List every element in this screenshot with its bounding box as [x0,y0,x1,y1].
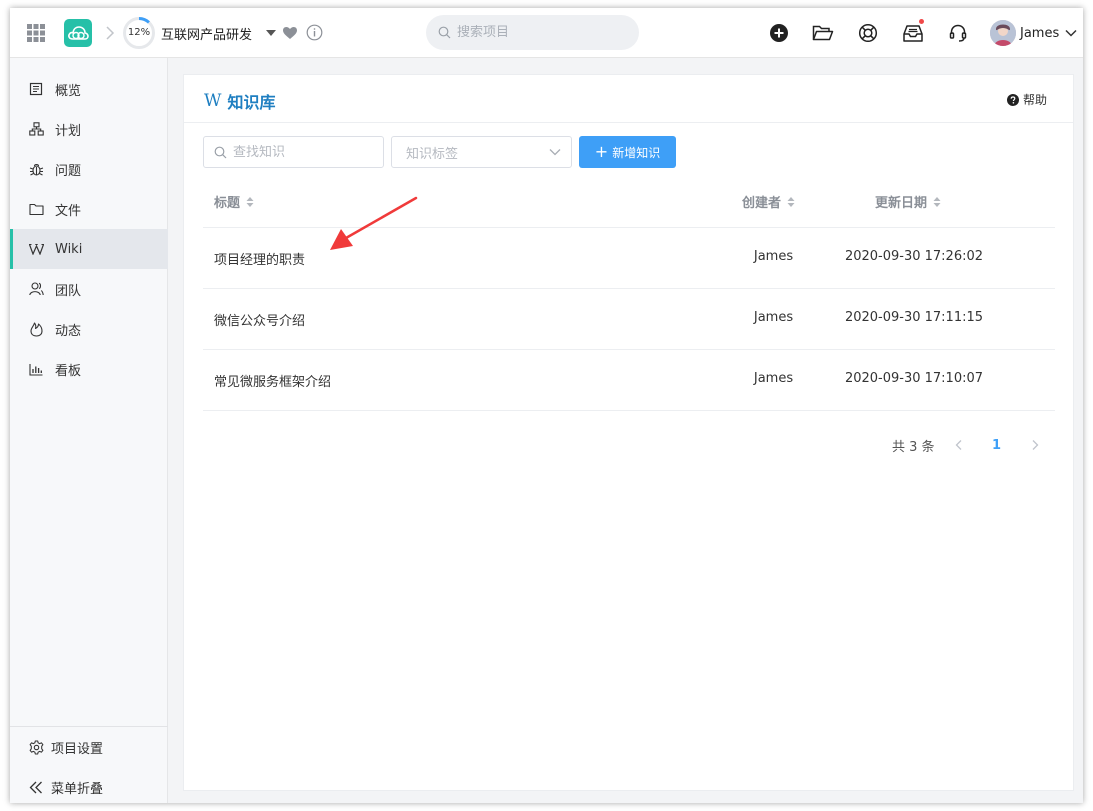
notification-dot [919,19,924,24]
add-knowledge-label: 新增知识 [612,145,661,160]
overview-icon [28,81,44,97]
row-creator: James [753,249,794,264]
chevron-right-icon [104,24,116,42]
wiki-mark-icon: W [204,91,222,111]
caret-down-icon[interactable] [266,29,276,37]
tag-filter-placeholder: 知识标签 [406,146,459,162]
sidebar-item-label: 计划 [55,123,82,139]
sidebar-item-overview[interactable]: 概览 [10,69,168,109]
info-icon[interactable] [306,24,323,41]
knowledge-base-panel: W 知识库 帮助 知识标签 + 新增知识 标题 [183,74,1074,791]
collapse-label: 菜单折叠 [51,781,104,797]
project-progress-ring: 12% [122,16,156,50]
sidebar-item-issues[interactable]: 问题 [10,149,168,189]
pagination: 共 3 条 1 [864,435,1054,455]
column-header-creator[interactable]: 创建者 [742,192,795,211]
help-link[interactable]: 帮助 [1006,91,1047,108]
column-header-title[interactable]: 标题 [214,192,254,211]
app-window: 12% 互联网产品研发 搜索项目 James 概览 计划 问题 文件 Wiki … [10,8,1083,803]
row-title-link[interactable]: 常见微服务框架介绍 [214,371,331,390]
sort-icon[interactable] [246,196,254,208]
lifebuoy-icon[interactable] [856,21,880,45]
plan-icon [28,121,44,137]
table-row[interactable]: 项目经理的职责 James 2020-09-30 17:26:02 [203,228,1055,289]
sidebar-item-activity[interactable]: 动态 [10,309,168,349]
sidebar-item-wiki[interactable]: Wiki [10,229,168,269]
sidebar-item-label: 文件 [55,203,82,219]
sort-icon[interactable] [933,196,941,208]
project-switcher[interactable]: 互联网产品研发 [161,23,252,43]
sidebar-item-label: 动态 [55,323,82,339]
sidebar-item-label: 问题 [55,163,82,179]
table-header: 标题 创建者 更新日期 [203,175,1055,228]
project-search[interactable] [426,15,639,50]
sidebar-item-team[interactable]: 团队 [10,269,168,309]
user-avatar[interactable] [990,20,1016,46]
collapse-menu-button[interactable]: 菜单折叠 [10,767,168,803]
headset-icon[interactable] [946,21,970,45]
panel-header: W 知识库 帮助 [184,75,1073,123]
board-icon [28,361,44,377]
chevron-down-icon [549,149,561,156]
row-updated: 2020-09-30 17:11:15 [844,310,984,325]
apps-grid-icon[interactable] [26,23,46,43]
bug-icon [28,161,44,177]
project-sidebar: 概览 计划 问题 文件 Wiki 团队 动态 看板 项目设置 菜单折叠 [10,58,168,803]
tag-filter-select[interactable]: 知识标签 [391,136,572,168]
knowledge-search-input[interactable] [233,144,373,160]
table-row[interactable]: 常见微服务框架介绍 James 2020-09-30 17:10:07 [203,350,1055,411]
help-label: 帮助 [1022,93,1047,107]
page-title: W 知识库 [204,89,276,113]
row-updated: 2020-09-30 17:26:02 [844,249,984,264]
folder-open-icon[interactable] [811,21,835,45]
plus-circle-icon[interactable] [767,21,791,45]
chevron-right-icon[interactable] [1030,439,1040,451]
top-bar: 12% 互联网产品研发 搜索项目 James [10,8,1083,58]
column-header-label: 标题 [214,196,241,211]
row-updated: 2020-09-30 17:10:07 [844,371,984,386]
progress-label: 12% [127,27,151,38]
column-header-updated[interactable]: 更新日期 [875,192,941,211]
search-icon [214,146,227,158]
pagination-total: 共 3 条 [892,439,935,455]
chevron-left-icon[interactable] [954,439,964,451]
sort-icon[interactable] [787,196,795,208]
sidebar-item-plan[interactable]: 计划 [10,109,168,149]
pagination-page[interactable]: 1 [992,438,1001,453]
folder-icon [28,201,44,217]
row-creator: James [753,310,794,325]
row-title-link[interactable]: 项目经理的职责 [214,249,305,268]
plus-icon: + [594,142,609,161]
search-icon [438,26,451,39]
sidebar-item-board[interactable]: 看板 [10,349,168,389]
user-menu[interactable]: James [1020,23,1059,43]
knowledge-table: 标题 创建者 更新日期 项目经理的职责 James 2020-09-30 17:… [203,175,1055,411]
gear-icon [28,739,44,755]
project-search-input[interactable] [457,25,617,40]
sidebar-item-label: Wiki [55,241,83,257]
row-creator: James [753,371,794,386]
add-knowledge-button[interactable]: + 新增知识 [579,136,676,168]
knowledge-search[interactable] [203,136,384,168]
sidebar-item-label: 团队 [55,283,82,299]
table-row[interactable]: 微信公众号介绍 James 2020-09-30 17:11:15 [203,289,1055,350]
sidebar-item-label: 概览 [55,83,82,99]
wiki-icon [28,241,44,257]
sidebar-item-files[interactable]: 文件 [10,189,168,229]
heart-icon[interactable] [282,25,298,41]
column-header-label: 创建者 [742,196,782,211]
page-title-text: 知识库 [227,93,276,112]
cloud-logo-icon[interactable] [64,19,92,47]
column-header-label: 更新日期 [875,196,928,211]
inbox-icon[interactable] [901,21,925,45]
sidebar-item-label: 看板 [55,363,82,379]
project-settings-button[interactable]: 项目设置 [10,727,168,767]
row-title-link[interactable]: 微信公众号介绍 [214,310,305,329]
question-circle-icon [1006,93,1019,106]
activity-icon [28,321,44,337]
settings-label: 项目设置 [51,741,104,757]
team-icon [28,281,44,297]
double-chevron-left-icon [28,779,44,795]
chevron-down-icon[interactable] [1065,28,1077,38]
